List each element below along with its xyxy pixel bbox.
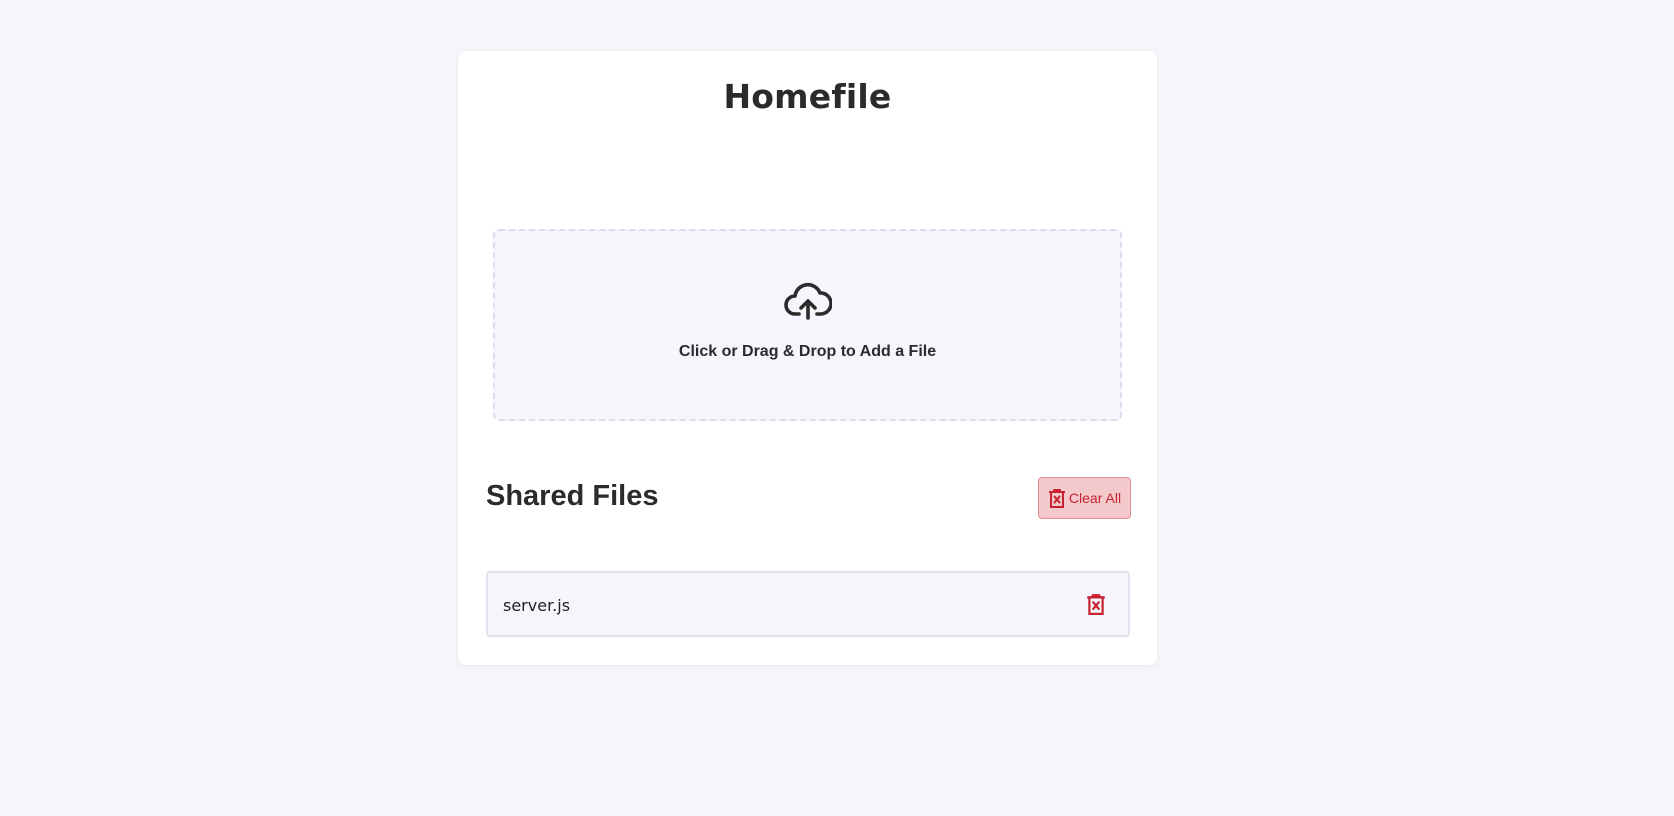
dropzone-label: Click or Drag & Drop to Add a File [678,343,937,360]
trash-x-icon [1048,489,1065,508]
main-card: Homefile Click or Drag & Drop to Add a F… [458,51,1157,665]
cloud-upload-icon [783,282,832,320]
page-title: Homefile [723,77,892,116]
clear-all-label: Clear All [1068,490,1122,506]
shared-file-list: server.js [486,571,1130,637]
file-dropzone[interactable]: Click or Drag & Drop to Add a File [493,229,1122,421]
delete-file-button[interactable] [1086,593,1108,615]
trash-x-icon [1087,594,1105,615]
file-name: server.js [503,596,571,615]
file-row[interactable]: server.js [486,571,1130,637]
clear-all-button[interactable]: Clear All [1038,477,1131,519]
shared-files-heading: Shared Files [486,480,659,512]
